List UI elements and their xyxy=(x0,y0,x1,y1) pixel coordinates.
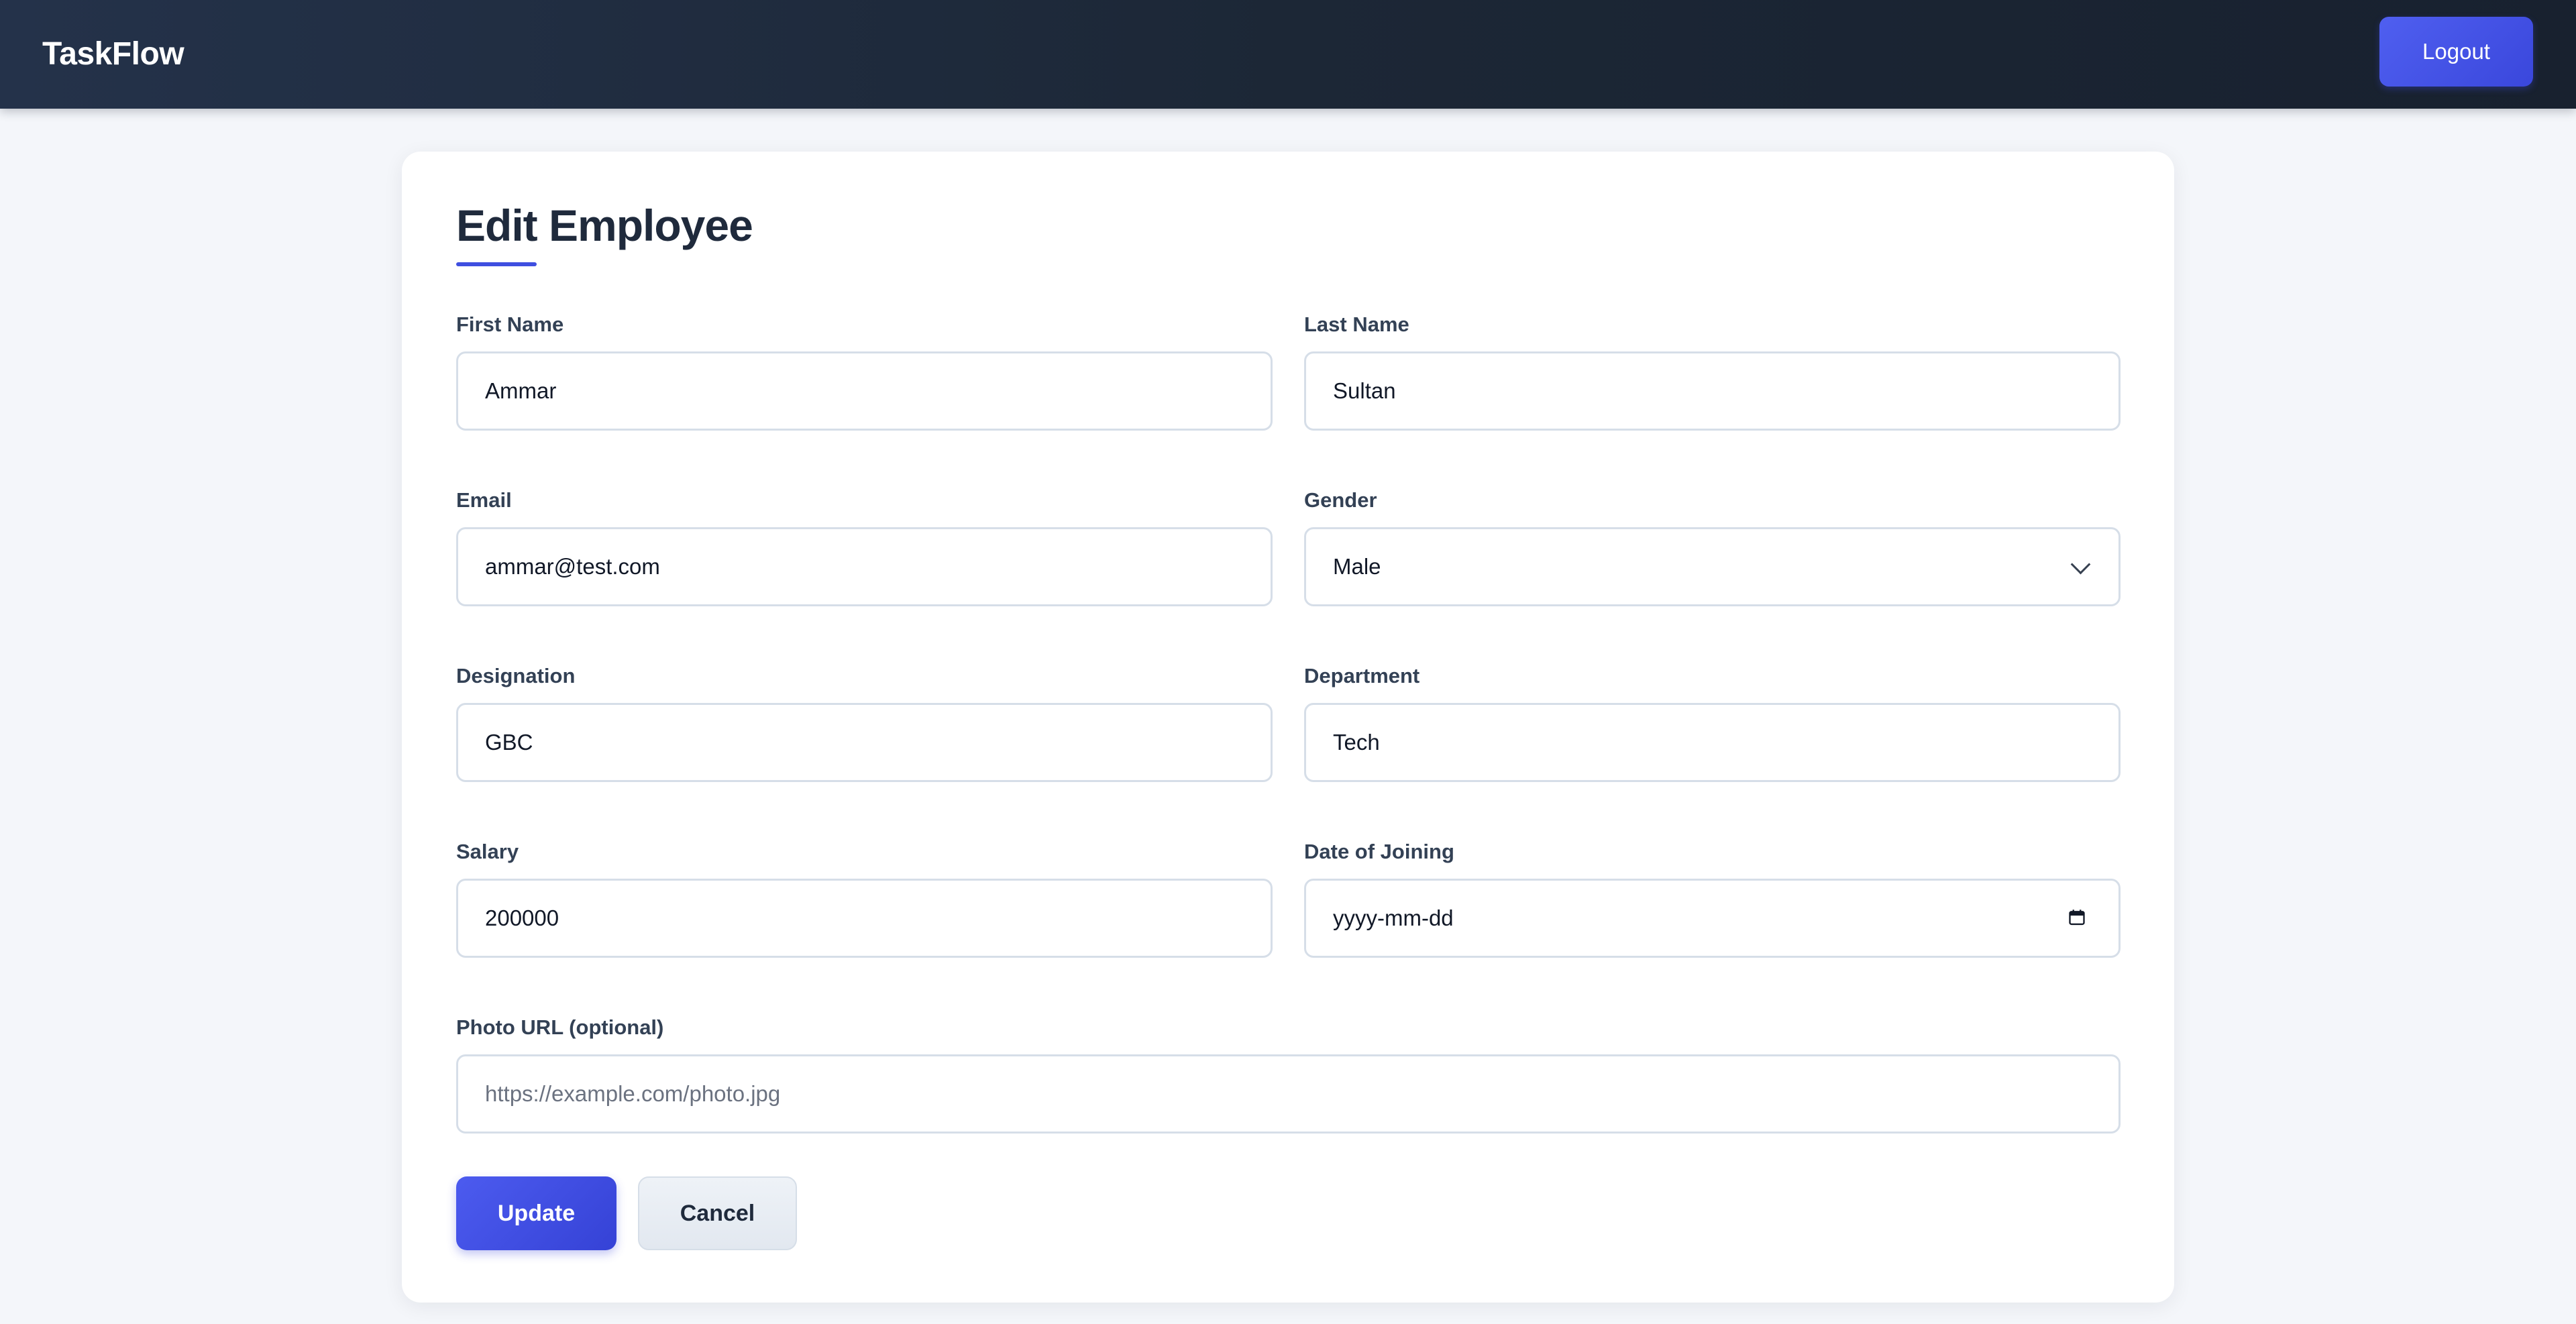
date-of-joining-label: Date of Joining xyxy=(1304,840,1454,863)
first-name-input[interactable]: Ammar xyxy=(456,351,1273,431)
photo-url-placeholder: https://example.com/photo.jpg xyxy=(485,1081,781,1106)
designation-value: GBC xyxy=(485,730,533,755)
photo-url-label: Photo URL (optional) xyxy=(456,1015,664,1039)
last-name-label: Last Name xyxy=(1304,313,1409,336)
photo-url-input[interactable]: https://example.com/photo.jpg xyxy=(456,1054,2121,1134)
gender-selected-value: Male xyxy=(1333,554,1381,579)
chevron-down-icon xyxy=(2070,554,2091,575)
page-title: Edit Employee xyxy=(456,201,753,250)
brand-logo[interactable]: TaskFlow xyxy=(42,0,184,109)
email-input[interactable]: ammar@test.com xyxy=(456,527,1273,606)
calendar-icon[interactable] xyxy=(2068,908,2086,927)
salary-label: Salary xyxy=(456,840,519,863)
date-of-joining-placeholder: yyyy-mm-dd xyxy=(1333,905,1454,930)
department-value: Tech xyxy=(1333,730,1380,755)
cancel-button[interactable]: Cancel xyxy=(638,1176,797,1250)
salary-value: 200000 xyxy=(485,905,559,930)
first-name-value: Ammar xyxy=(485,378,557,403)
department-label: Department xyxy=(1304,664,1420,687)
designation-label: Designation xyxy=(456,664,576,687)
logout-button[interactable]: Logout xyxy=(2379,17,2533,87)
email-value: ammar@test.com xyxy=(485,554,660,579)
edit-employee-card: Edit Employee First Name Ammar Last Name… xyxy=(402,152,2174,1303)
last-name-value: Sultan xyxy=(1333,378,1396,403)
date-of-joining-input[interactable]: yyyy-mm-dd xyxy=(1304,879,2121,958)
salary-input[interactable]: 200000 xyxy=(456,879,1273,958)
designation-input[interactable]: GBC xyxy=(456,703,1273,782)
gender-select[interactable]: Male xyxy=(1304,527,2121,606)
top-navbar: TaskFlow Logout xyxy=(0,0,2576,109)
department-input[interactable]: Tech xyxy=(1304,703,2121,782)
gender-label: Gender xyxy=(1304,488,1377,512)
title-underline xyxy=(456,262,537,266)
update-button[interactable]: Update xyxy=(456,1176,616,1250)
first-name-label: First Name xyxy=(456,313,564,336)
last-name-input[interactable]: Sultan xyxy=(1304,351,2121,431)
email-label: Email xyxy=(456,488,512,512)
